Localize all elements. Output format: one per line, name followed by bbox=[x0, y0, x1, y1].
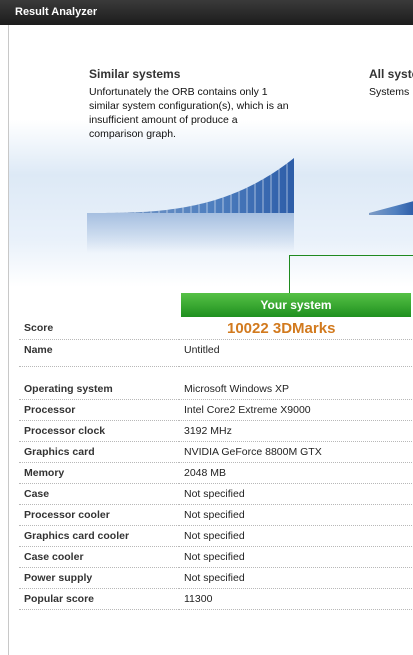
spec-label: Graphics card bbox=[19, 441, 179, 463]
window-titlebar: Result Analyzer bbox=[0, 0, 413, 25]
spec-value: Intel Core2 Extreme X9000 bbox=[179, 399, 413, 421]
spec-row: Case cooler Not specified bbox=[19, 546, 413, 568]
spec-row: Power supply Not specified bbox=[19, 567, 413, 589]
spec-label: Case bbox=[19, 483, 179, 505]
curve-reflection bbox=[87, 213, 294, 253]
spec-value: Not specified bbox=[179, 567, 413, 589]
all-systems-title: All syste bbox=[369, 67, 413, 81]
spec-value: Not specified bbox=[179, 504, 413, 526]
name-label: Name bbox=[19, 339, 179, 367]
spec-value: Not specified bbox=[179, 546, 413, 568]
spec-row: Graphics card cooler Not specified bbox=[19, 525, 413, 547]
spec-row: Processor cooler Not specified bbox=[19, 504, 413, 526]
name-row: Name Untitled bbox=[19, 339, 413, 367]
spec-value: Not specified bbox=[179, 525, 413, 547]
spec-row: Case Not specified bbox=[19, 483, 413, 505]
spec-value: 3192 MHz bbox=[179, 420, 413, 442]
spacer-row bbox=[19, 367, 413, 380]
spec-label: Memory bbox=[19, 462, 179, 484]
spec-value: 2048 MB bbox=[179, 462, 413, 484]
spec-row: Graphics card NVIDIA GeForce 8800M GTX bbox=[19, 441, 413, 463]
all-systems-curve-edge bbox=[369, 201, 413, 215]
spec-label: Case cooler bbox=[19, 546, 179, 568]
spec-label: Processor cooler bbox=[19, 504, 179, 526]
score-value: 10022 3DMarks bbox=[179, 317, 413, 340]
similar-systems-message: Unfortunately the ORB contains only 1 si… bbox=[89, 86, 289, 140]
similar-systems-title: Similar systems bbox=[89, 67, 181, 81]
spec-row: Processor Intel Core2 Extreme X9000 bbox=[19, 399, 413, 421]
spec-label: Operating system bbox=[19, 379, 179, 400]
spec-value: Not specified bbox=[179, 483, 413, 505]
spec-row: Memory 2048 MB bbox=[19, 462, 413, 484]
name-value: Untitled bbox=[179, 339, 413, 367]
spec-row: Processor clock 3192 MHz bbox=[19, 420, 413, 442]
spec-label: Processor clock bbox=[19, 420, 179, 442]
your-system-banner: Your system bbox=[181, 293, 411, 317]
result-analyzer-panel: Similar systems Unfortunately the ORB co… bbox=[8, 25, 413, 655]
score-row: Score 10022 3DMarks bbox=[19, 317, 413, 340]
spec-row: Popular score 11300 bbox=[19, 588, 413, 610]
spec-row: Operating system Microsoft Windows XP bbox=[19, 379, 413, 400]
spec-value: 11300 bbox=[179, 588, 413, 610]
all-systems-text: Systems bbox=[369, 86, 410, 98]
window-title: Result Analyzer bbox=[15, 6, 98, 18]
spec-value: Microsoft Windows XP bbox=[179, 379, 413, 400]
spec-label: Power supply bbox=[19, 567, 179, 589]
spec-value: NVIDIA GeForce 8800M GTX bbox=[179, 441, 413, 463]
score-label: Score bbox=[19, 317, 179, 340]
system-spec-table: Score 10022 3DMarks Name Untitled Operat… bbox=[19, 317, 413, 610]
spec-label: Graphics card cooler bbox=[19, 525, 179, 547]
spec-label: Popular score bbox=[19, 588, 179, 610]
spec-label: Processor bbox=[19, 399, 179, 421]
